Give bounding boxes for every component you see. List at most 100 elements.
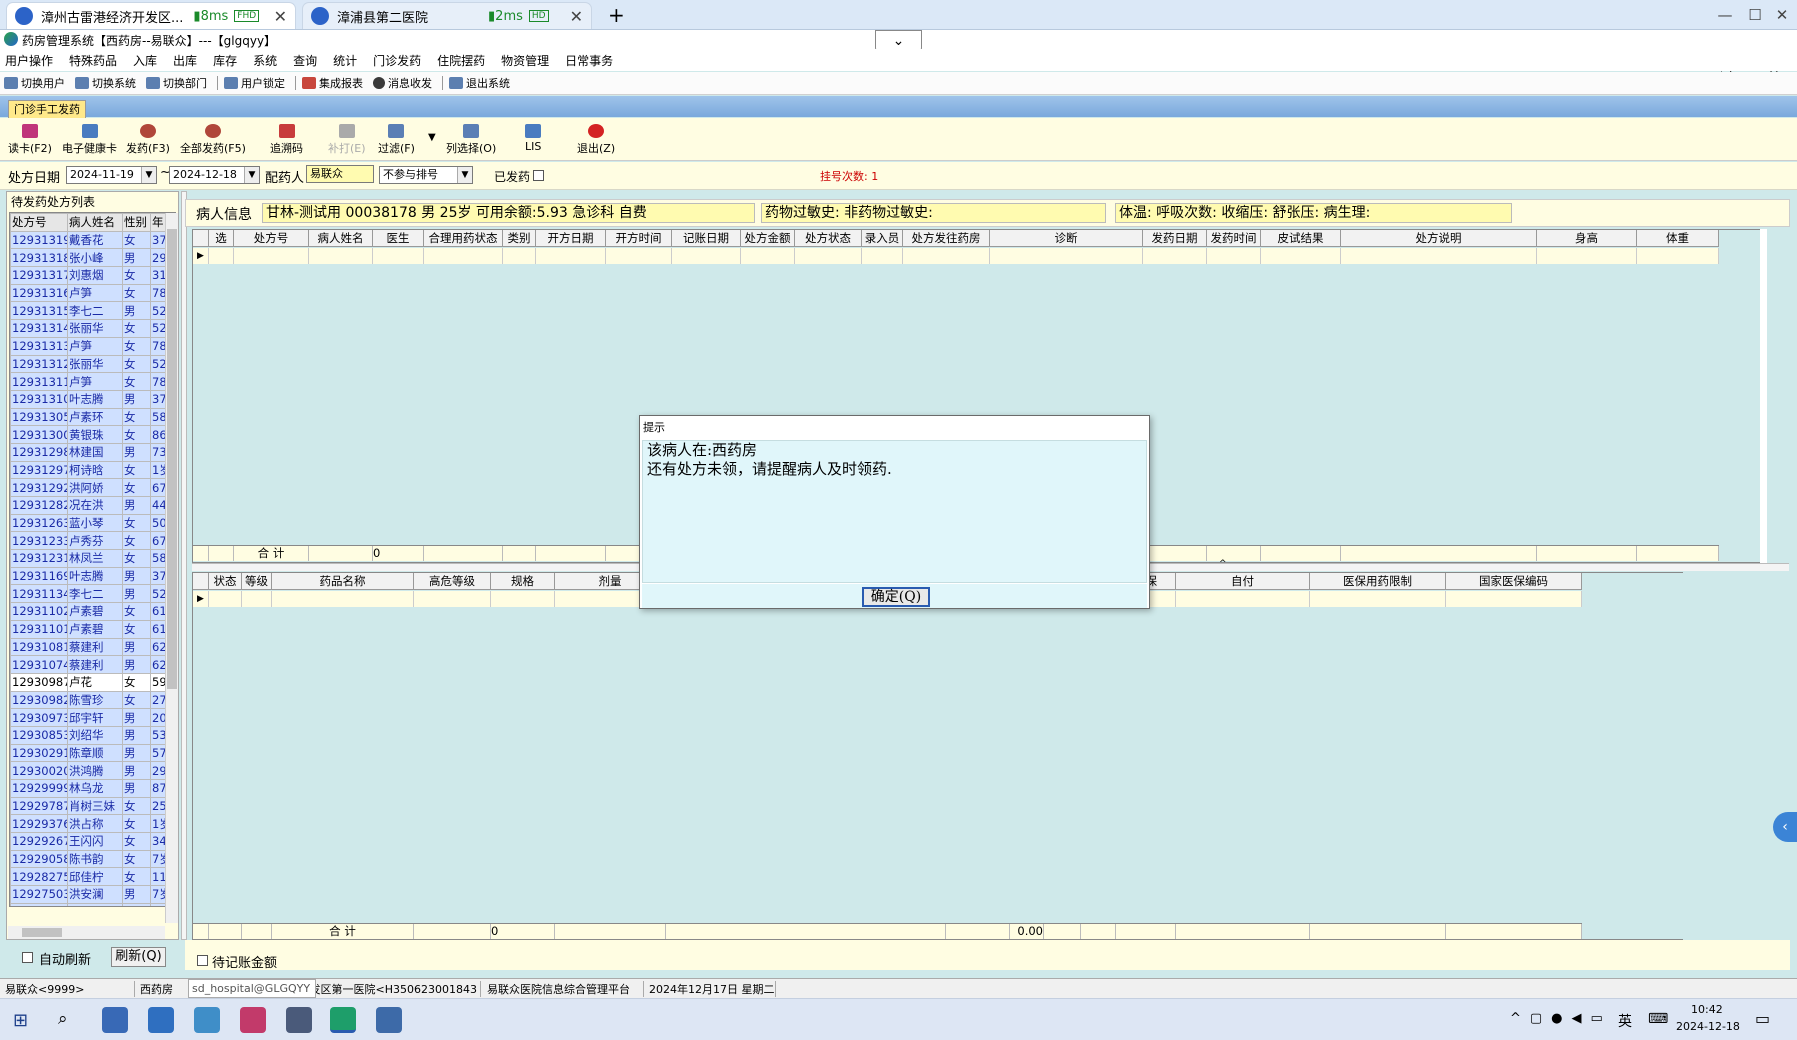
table-row[interactable]: 12930982 陈雪珍女 27 <box>10 690 174 710</box>
column-header[interactable]: 处方号 <box>234 230 309 246</box>
read-card-button[interactable]: 读卡(F2) <box>8 124 52 156</box>
menu-item[interactable]: 系统 <box>253 52 277 69</box>
table-row[interactable]: 12931074 蔡建利男 62 <box>10 655 174 674</box>
table-row[interactable]: 12931102 卢素碧女 61 <box>10 602 174 621</box>
keyboard-icon[interactable]: ⌨ <box>1648 1011 1668 1027</box>
column-header[interactable]: 自付 <box>1176 573 1310 589</box>
menu-item[interactable]: 物资管理 <box>501 52 549 69</box>
column-header[interactable]: 高危等级 <box>414 573 491 589</box>
table-row[interactable]: 12931310 叶志腾男 37 <box>10 389 174 409</box>
table-row[interactable]: 12931314 张丽华女 52 <box>10 319 174 338</box>
column-header[interactable]: 状态 <box>209 573 242 589</box>
menu-item[interactable]: 查询 <box>293 52 317 69</box>
table-row[interactable]: 12929787 肖树三妹女 25 <box>10 796 174 816</box>
column-header[interactable]: 体重 <box>1637 230 1719 246</box>
column-header[interactable]: 合理用药状态 <box>424 230 503 246</box>
splitter[interactable] <box>181 191 187 940</box>
column-header[interactable]: 处方号 <box>10 213 68 232</box>
table-row[interactable]: 12931318 张小峰男 29 <box>10 248 174 268</box>
column-header[interactable]: 国家医保编码 <box>1446 573 1582 589</box>
date-from-field[interactable]: 2024-11-19 ▼ <box>66 166 157 184</box>
column-select-button[interactable]: 列选择(O) <box>446 124 496 156</box>
windows-start-icon[interactable]: ⊞ <box>13 1010 28 1031</box>
monitor-app-icon[interactable] <box>102 1007 128 1033</box>
messages-button[interactable]: 消息收发 <box>373 75 432 91</box>
maximize-icon[interactable]: ☐ <box>1740 0 1770 30</box>
table-row[interactable]: 12929999 林乌龙男 87 <box>10 779 174 798</box>
table-row[interactable]: 12931081 蔡建利男 62 <box>10 637 174 657</box>
table-row[interactable]: 12931282 况在洪男 44 <box>10 496 174 515</box>
column-header[interactable]: 医生 <box>373 230 424 246</box>
menu-item[interactable]: 特殊药品 <box>69 52 117 69</box>
column-header[interactable]: 处方状态 <box>795 230 862 246</box>
pharmacy-app-icon[interactable] <box>330 1007 356 1033</box>
table-row[interactable]: 12929058 陈书韵女 7岁 <box>10 849 174 869</box>
table-row[interactable]: 12929267 王闪闪女 34 <box>10 832 174 851</box>
table-row[interactable]: 12931319 戴香花女 37 <box>10 230 174 250</box>
column-header[interactable]: 发药日期 <box>1143 230 1207 246</box>
table-row[interactable]: 12928275 邱佳柠女 11 <box>10 867 174 887</box>
clock-time[interactable]: 10:42 <box>1691 1003 1723 1016</box>
dropdown-icon[interactable]: ▼ <box>244 167 259 183</box>
table-row[interactable]: 12931233 卢秀芬女 67 <box>10 531 174 551</box>
column-header[interactable]: 选 <box>209 230 234 246</box>
column-header[interactable]: 性别 <box>122 213 151 232</box>
close-icon[interactable]: ✕ <box>1767 0 1797 30</box>
column-header[interactable]: 开方时间 <box>606 230 672 246</box>
filter-button[interactable]: 过滤(F) <box>378 124 415 156</box>
notification-icon[interactable]: ▭ <box>1755 1009 1770 1028</box>
table-row[interactable]: 12930291 陈章顺男 57 <box>10 743 174 763</box>
column-header[interactable]: 皮试结果 <box>1261 230 1341 246</box>
table-row[interactable]: 12931305 卢素环女 58 <box>10 407 174 427</box>
close-icon[interactable]: ✕ <box>274 7 287 26</box>
table-row[interactable]: 12931231 林凤兰女 58 <box>10 549 174 568</box>
scroll-thumb[interactable] <box>167 229 177 689</box>
table-row[interactable]: 12931315 李七二男 52 <box>10 301 174 321</box>
app-icon[interactable] <box>240 1007 266 1033</box>
dropdown-icon[interactable]: ▼ <box>457 167 472 183</box>
table-row[interactable]: 12931313 卢笋女 78 <box>10 336 174 356</box>
table-row[interactable]: 12929376 洪占称女 1岁 <box>10 814 174 834</box>
column-header[interactable]: 诊断 <box>990 230 1143 246</box>
column-header[interactable]: 处方发往药房 <box>903 230 990 246</box>
column-header[interactable]: 病人姓名 <box>67 213 123 232</box>
column-header[interactable]: 录入员 <box>862 230 903 246</box>
table-row[interactable]: 12931297 柯诗晗女 1岁 <box>10 460 174 480</box>
table-row[interactable]: 12931317 刘惠烟女 31 <box>10 266 174 285</box>
table-row[interactable]: 12931134 李七二男 52 <box>10 584 174 604</box>
table-row[interactable]: 12931292 洪阿娇女 67 <box>10 478 174 497</box>
date-to-field[interactable]: 2024-12-18 ▼ <box>169 166 260 184</box>
close-icon[interactable]: ✕ <box>570 7 583 26</box>
menu-item[interactable]: 入库 <box>133 52 157 69</box>
switch-system-button[interactable]: 切换系统 <box>75 75 136 91</box>
column-header[interactable]: 记账日期 <box>672 230 741 246</box>
column-header[interactable]: 药品名称 <box>272 573 414 589</box>
ok-button[interactable]: 确定(Q) <box>862 587 930 607</box>
menu-item[interactable]: 门诊发药 <box>373 52 421 69</box>
column-header[interactable]: 处方金额 <box>741 230 795 246</box>
table-row[interactable]: 12931312 张丽华女 52 <box>10 354 174 374</box>
new-tab-button[interactable]: + <box>608 3 625 27</box>
table-row[interactable]: 12931169 叶志腾男 37 <box>10 566 174 586</box>
table-row[interactable]: 12930973 邱宇轩男 20 <box>10 708 174 727</box>
health-card-button[interactable]: 电子健康卡 <box>62 124 117 156</box>
column-header[interactable]: 身高 <box>1537 230 1637 246</box>
dispensed-checkbox[interactable] <box>533 170 544 181</box>
table-row[interactable]: 12930020 洪鸿腾男 29 <box>10 761 174 780</box>
scroll-thumb[interactable] <box>22 928 62 937</box>
table-row[interactable]: 12927503 洪安澜男 7岁 <box>10 885 174 904</box>
table-row[interactable]: 12931316 卢笋女 78 <box>10 283 174 303</box>
column-header[interactable]: 病人姓名 <box>309 230 373 246</box>
menu-item[interactable]: 住院摆药 <box>437 52 485 69</box>
chevron-left-icon[interactable]: ‹ <box>1773 812 1797 842</box>
menu-item[interactable]: 库存 <box>213 52 237 69</box>
refresh-button[interactable]: 刷新(Q) <box>111 947 166 967</box>
minimize-icon[interactable]: — <box>1710 0 1740 30</box>
column-header[interactable]: 等级 <box>242 573 272 589</box>
browser-tab-2[interactable]: 漳浦县第二医院 ▮ 2ms HD ✕ <box>302 2 592 29</box>
reprint-button[interactable]: 补打(E) <box>328 124 366 156</box>
table-row[interactable]: 12926087郑元叶女41 <box>10 902 174 906</box>
column-header[interactable]: 开方日期 <box>536 230 606 246</box>
table-row[interactable]: 12931263 蓝小琴女 50 <box>10 513 174 533</box>
file-explorer-icon[interactable] <box>148 1007 174 1033</box>
